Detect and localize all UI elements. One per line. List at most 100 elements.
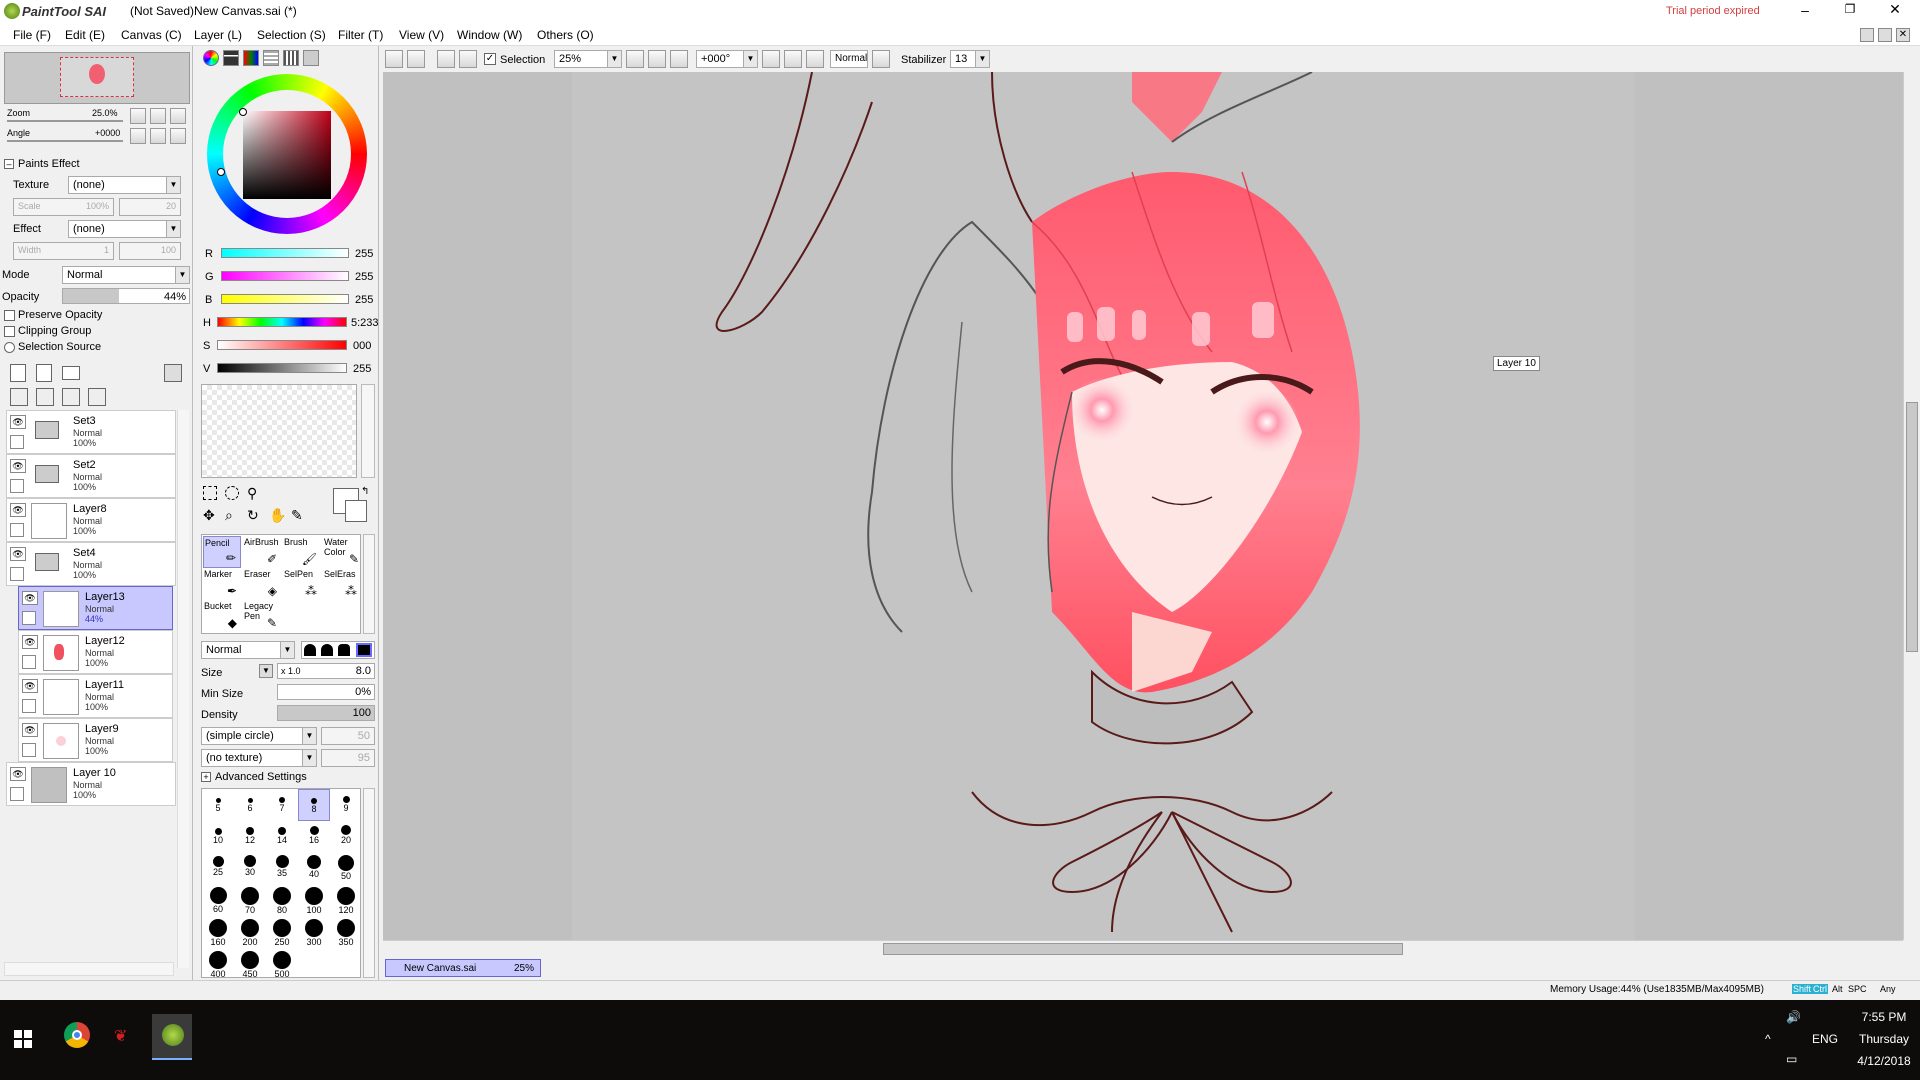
tool-eraser[interactable]: Eraser ◈ [243,568,281,600]
collapse-icon[interactable]: – [4,159,14,169]
layer-lock-checkbox[interactable] [22,743,36,757]
swap-colors-icon[interactable]: ↰ [361,486,369,497]
brush-size-preset[interactable]: 16 [298,821,330,853]
layer-lock-checkbox[interactable] [10,523,24,537]
hue-picker-handle[interactable] [217,168,225,176]
layer-row-set3[interactable]: 👁 Set3 Normal 100% [6,410,176,454]
brush-size-preset[interactable]: 14 [266,821,298,853]
rotate-right-button[interactable] [784,50,802,68]
menu-filter[interactable]: Filter (T) [338,28,383,42]
tool-grid-scrollbar[interactable] [363,534,375,634]
layer-row-layer9[interactable]: 👁 Layer9 Normal 100% [18,718,173,762]
size-dropdown-icon[interactable]: ▼ [259,664,273,678]
clock-time[interactable]: 7:55 PM [1852,1010,1916,1024]
canvas-hscrollbar[interactable] [383,940,1903,957]
brush-size-preset[interactable]: 8 [298,789,330,821]
brush-size-preset[interactable]: 160 [202,917,234,949]
nav-zoom-fit-button[interactable] [170,108,186,124]
eye-icon[interactable]: 👁 [22,723,38,737]
eye-icon[interactable]: 👁 [10,503,26,517]
zoom-tool-icon[interactable]: ⌕ [225,508,233,522]
opacity-slider[interactable]: 44% [62,288,190,304]
clipping-group-checkbox[interactable] [4,326,15,337]
layer-row-layer13[interactable]: 👁 Layer13 Normal 44% [18,586,173,630]
zoom-combo[interactable]: 25% ▼ [554,50,622,68]
navigator-preview[interactable] [4,52,190,104]
undo-button[interactable] [385,50,403,68]
width-field[interactable]: Width 1 [13,242,114,260]
brush-size-preset[interactable]: 50 [330,853,362,885]
trash-icon[interactable] [88,388,106,406]
brush-size-preset[interactable]: 80 [266,885,298,917]
eye-icon[interactable]: 👁 [10,415,26,429]
size-slider[interactable]: x 1.0 8.0 [277,663,375,679]
layer-edit-icon[interactable] [22,611,36,625]
language-indicator[interactable]: ENG [1812,1032,1838,1046]
tool-pencil[interactable]: Pencil ✏ [203,536,241,568]
chrome-icon[interactable] [64,1022,90,1048]
merge-down-icon[interactable] [36,388,54,406]
rotate-left-button[interactable] [762,50,780,68]
swatches-tab-icon[interactable] [283,50,299,66]
edge-soft-icon[interactable] [304,644,316,656]
tool-marker[interactable]: Marker ✒ [203,568,241,600]
brush-size-preset[interactable]: 30 [234,853,266,885]
zoom-slider[interactable] [7,120,123,122]
edge-flat-icon[interactable] [356,643,372,657]
move-icon[interactable]: ✥ [203,508,215,522]
layer-lock-checkbox[interactable] [22,655,36,669]
brush-size-preset[interactable]: 100 [298,885,330,917]
invert-selection-button[interactable] [459,50,477,68]
nav-rotate-reset-button[interactable] [170,128,186,144]
show-hidden-icons-icon[interactable]: ^ [1765,1032,1771,1046]
layer-mask-icon[interactable] [164,364,182,382]
layer-row-layer11[interactable]: 👁 Layer11 Normal 100% [18,674,173,718]
tool-watercolor[interactable]: Water Color ✎ [323,536,361,568]
redo-button[interactable] [407,50,425,68]
brush-blend-select[interactable]: Normal ▼ [201,641,295,659]
layer-row-layer12[interactable]: 👁 Layer12 Normal 100% [18,630,173,674]
g-slider[interactable] [221,271,349,281]
eye-icon[interactable]: 👁 [22,635,38,649]
hand-tool-icon[interactable]: ✋ [269,508,286,522]
brush-texture-select[interactable]: (no texture) ▼ [201,749,317,767]
expand-icon[interactable]: + [201,772,211,782]
tool-seleras[interactable]: SelEras ⁂ [323,568,361,600]
sai-taskbar-button[interactable] [152,1014,192,1060]
edge-medium-icon[interactable] [321,644,333,656]
selection-checkbox[interactable]: ✓ [484,53,496,65]
scale-num-field[interactable]: 20 [119,198,181,216]
drawing-canvas[interactable] [572,71,1635,940]
navigator-viewport[interactable] [60,57,134,97]
hscroll-thumb[interactable] [883,943,1403,955]
nav-rotate-left-button[interactable] [130,128,146,144]
min-size-slider[interactable]: 0% [277,684,375,700]
layer-row-set2[interactable]: 👁 Set2 Normal 100% [6,454,176,498]
eye-icon[interactable]: 👁 [10,547,26,561]
lasso-icon[interactable] [225,486,239,500]
rgb-slider-tab-icon[interactable] [223,50,239,66]
angle-slider[interactable] [7,140,123,142]
brush-size-preset[interactable]: 12 [234,821,266,853]
panel-restore-button[interactable] [1878,28,1892,42]
brush-size-preset[interactable]: 9 [330,789,362,821]
nav-zoom-out-button[interactable] [130,108,146,124]
brush-size-preset[interactable]: 60 [202,885,234,917]
tool-selpen[interactable]: SelPen ⁂ [283,568,321,600]
zoom-out-button[interactable] [626,50,644,68]
zoom-reset-button[interactable] [670,50,688,68]
layer-row-set4[interactable]: 👁 Set4 Normal 100% [6,542,176,586]
minimize-button[interactable]: – [1795,2,1815,20]
menu-window[interactable]: Window (W) [457,28,522,42]
hsv-slider-tab-icon[interactable] [243,50,259,66]
brush-size-preset[interactable]: 450 [234,949,266,981]
brush-texture-num[interactable]: 95 [321,749,375,767]
magic-wand-icon[interactable]: ⚲ [247,486,257,500]
scratchpad-area[interactable] [201,384,357,478]
menu-others[interactable]: Others (O) [537,28,594,42]
b-slider[interactable] [221,294,349,304]
menu-view[interactable]: View (V) [399,28,444,42]
brush-size-preset[interactable]: 10 [202,821,234,853]
brush-size-preset[interactable]: 20 [330,821,362,853]
rotate-reset-button[interactable] [806,50,824,68]
